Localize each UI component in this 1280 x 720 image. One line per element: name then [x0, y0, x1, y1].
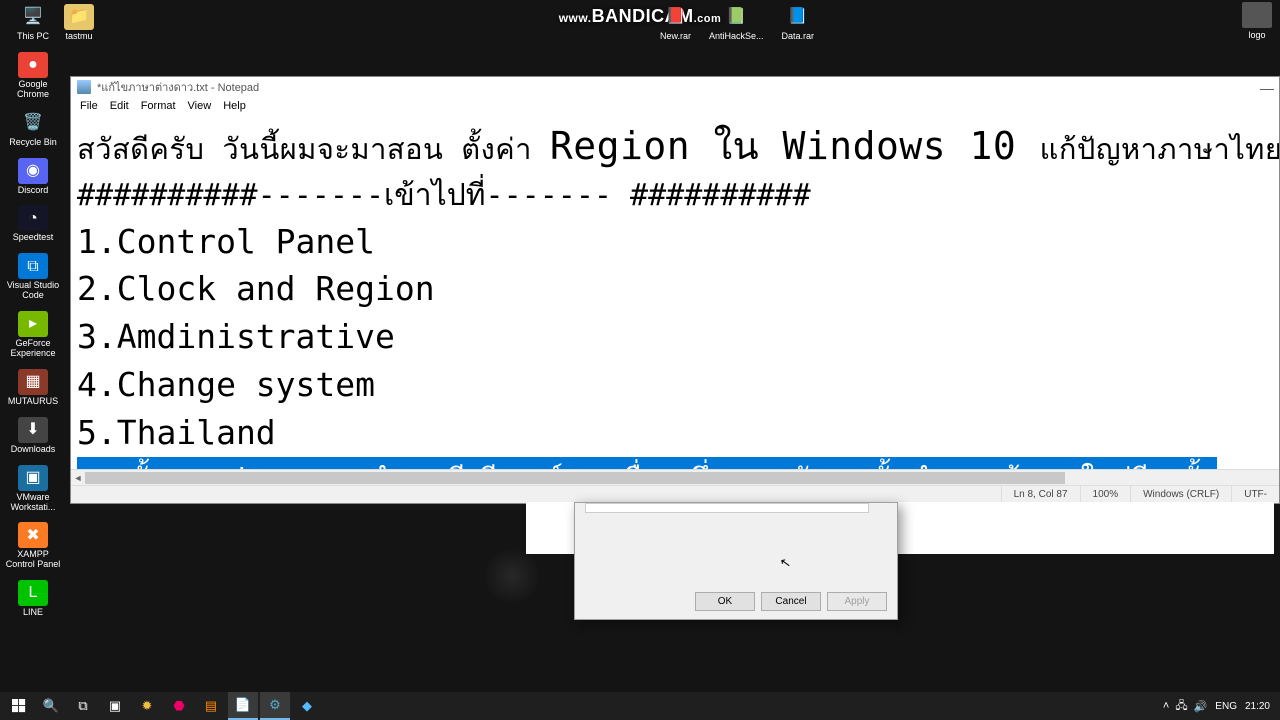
- ok-button[interactable]: OK: [695, 592, 755, 611]
- desktop-icon-recycle-bin[interactable]: 🗑️ Recycle Bin: [2, 108, 64, 150]
- mutaurus-icon: ▦: [18, 369, 48, 395]
- notepad-selection: จากนั้นกด ok ระบบจะทำการรี รีสตาร์ท เครื…: [77, 457, 1217, 469]
- vmware-icon: ▣: [18, 465, 48, 491]
- desktop-icon-label: GeForce Experience: [2, 339, 64, 359]
- desktop-icon-label: Speedtest: [13, 233, 54, 243]
- taskbar-app-1[interactable]: ▣: [100, 692, 130, 720]
- desktop-icon-label: VMware Workstati...: [2, 493, 64, 513]
- taskbar-app-4[interactable]: ▤: [196, 692, 226, 720]
- status-position: Ln 8, Col 87: [1001, 486, 1080, 503]
- speedtest-icon: ◔: [18, 205, 48, 231]
- desktop-icon-label: New.rar: [660, 32, 691, 42]
- notepad-titlebar[interactable]: *แก้ไขภาษาต่างดาว.txt - Notepad: [71, 77, 1279, 97]
- status-crlf: Windows (CRLF): [1130, 486, 1231, 503]
- region-dialog: OK Cancel Apply: [574, 502, 898, 620]
- search-button[interactable]: 🔍: [36, 692, 66, 720]
- desktop-icon-this-pc[interactable]: 🖥️ This PC: [2, 2, 64, 44]
- tray-language[interactable]: ENG: [1215, 701, 1237, 712]
- notepad-min-icon[interactable]: —: [1260, 80, 1274, 96]
- discord-icon: ◉: [18, 158, 48, 184]
- desktop-icon-label: This PC: [17, 32, 49, 42]
- menu-view[interactable]: View: [183, 100, 217, 112]
- tray-sound-icon[interactable]: 🔊: [1194, 700, 1208, 713]
- desktop-icon-geforce-experience[interactable]: ▸GeForce Experience: [2, 309, 64, 361]
- desktop-icon-logo[interactable]: logo: [1242, 2, 1272, 40]
- desktop-icon-speedtest[interactable]: ◔ Speedtest: [2, 203, 64, 245]
- start-button[interactable]: [4, 692, 34, 720]
- scroll-left-icon[interactable]: ◄: [71, 470, 85, 486]
- task-view-button[interactable]: ⧉: [68, 692, 98, 720]
- desktop-icon-label: MUTAURUS: [8, 397, 58, 407]
- menu-edit[interactable]: Edit: [105, 100, 134, 112]
- notepad-statusbar: Ln 8, Col 87 100% Windows (CRLF) UTF-: [71, 485, 1279, 503]
- scrollbar-thumb[interactable]: [85, 472, 1065, 484]
- desktop-icon-label: AntiHackSe...: [709, 32, 764, 42]
- notepad-window: *แก้ไขภาษาต่างดาว.txt - Notepad File Edi…: [70, 76, 1280, 504]
- desktop-icon-label: Discord: [18, 186, 49, 196]
- desktop-icon-label: tastmu: [65, 32, 92, 42]
- menu-format[interactable]: Format: [136, 100, 181, 112]
- desktop-icon-downloads[interactable]: ⬇ Downloads: [2, 415, 64, 457]
- this-pc-icon: 🖥️: [18, 4, 48, 30]
- google-chrome-icon: ●: [18, 52, 48, 78]
- menu-file[interactable]: File: [75, 100, 103, 112]
- notepad-text-area[interactable]: สวัสดีครับ วันนี้ผมจะมาสอน ตั้งค่า Regio…: [71, 115, 1279, 469]
- desktop-icons-top: 📕 New.rar 📗 AntiHackSe... 📘 Data.rar: [660, 2, 814, 44]
- desktop-icon-label: Recycle Bin: [9, 138, 57, 148]
- desktop-icon-vmware[interactable]: ▣VMware Workstati...: [2, 463, 64, 515]
- desktop-icon-antihack[interactable]: 📗 AntiHackSe...: [709, 2, 764, 44]
- desktop-icons-column: 🖥️ This PC ●Google Chrome 🗑️ Recycle Bin ◉ Dis…: [2, 2, 64, 620]
- desktop-icon-data-rar[interactable]: 📘 Data.rar: [782, 2, 815, 44]
- taskbar: 🔍 ⧉ ▣ ✹ ⬣ ▤ 📄 ⚙ ◆ ˄ 🖧 🔊 ENG 21:20: [0, 692, 1280, 720]
- antihack-icon: 📗: [721, 4, 751, 30]
- desktop-icon-visual-studio-code[interactable]: ⧉Visual Studio Code: [2, 251, 64, 303]
- dialog-field[interactable]: [585, 503, 869, 513]
- taskbar-app-3[interactable]: ⬣: [164, 692, 194, 720]
- data-rar-icon: 📘: [783, 4, 813, 30]
- taskbar-app-2[interactable]: ✹: [132, 692, 162, 720]
- downloads-icon: ⬇: [18, 417, 48, 443]
- desktop-icon-line[interactable]: L LINE: [2, 578, 64, 620]
- line-icon: L: [18, 580, 48, 606]
- notepad-title-text: *แก้ไขภาษาต่างดาว.txt - Notepad: [97, 78, 259, 96]
- new-rar-icon: 📕: [661, 4, 691, 30]
- desktop-icon-label: Downloads: [11, 445, 56, 455]
- cancel-button[interactable]: Cancel: [761, 592, 821, 611]
- desktop-icon-label: Visual Studio Code: [2, 281, 64, 301]
- taskbar-controlpanel[interactable]: ⚙: [260, 692, 290, 720]
- desktop-icon-tastmu[interactable]: 📁 tastmu: [64, 2, 94, 44]
- desktop-icon-label: logo: [1248, 30, 1265, 40]
- desktop-icon-label: XAMPP Control Panel: [2, 550, 64, 570]
- desktop-icon-label: Google Chrome: [2, 80, 64, 100]
- geforce-experience-icon: ▸: [18, 311, 48, 337]
- tray-network-icon[interactable]: 🖧: [1175, 697, 1187, 716]
- desktop-icon-xampp[interactable]: ✖XAMPP Control Panel: [2, 520, 64, 572]
- desktop-icon-mutaurus[interactable]: ▦ MUTAURUS: [2, 367, 64, 409]
- tray-up-icon[interactable]: ˄: [1163, 700, 1169, 712]
- taskbar-app-5[interactable]: ◆: [292, 692, 322, 720]
- apply-button: Apply: [827, 592, 887, 611]
- desktop-icon-label: LINE: [23, 608, 43, 618]
- desktop-icon-discord[interactable]: ◉ Discord: [2, 156, 64, 198]
- status-encoding: UTF-: [1231, 486, 1279, 503]
- desktop-icon-google-chrome[interactable]: ●Google Chrome: [2, 50, 64, 102]
- desktop-icon-label: Data.rar: [782, 32, 815, 42]
- menu-help[interactable]: Help: [218, 100, 251, 112]
- recycle-bin-icon: 🗑️: [18, 110, 48, 136]
- notepad-menubar: File Edit Format View Help: [71, 97, 1279, 115]
- taskbar-notepad[interactable]: 📄: [228, 692, 258, 720]
- status-zoom: 100%: [1080, 486, 1131, 503]
- notepad-h-scrollbar[interactable]: ◄: [71, 469, 1279, 485]
- notepad-icon: [77, 80, 91, 94]
- desktop-icon-new-rar[interactable]: 📕 New.rar: [660, 2, 691, 44]
- xampp-icon: ✖: [18, 522, 48, 548]
- visual-studio-code-icon: ⧉: [18, 253, 48, 279]
- tray-clock[interactable]: 21:20: [1245, 701, 1270, 712]
- system-tray[interactable]: ˄ 🖧 🔊: [1163, 697, 1207, 716]
